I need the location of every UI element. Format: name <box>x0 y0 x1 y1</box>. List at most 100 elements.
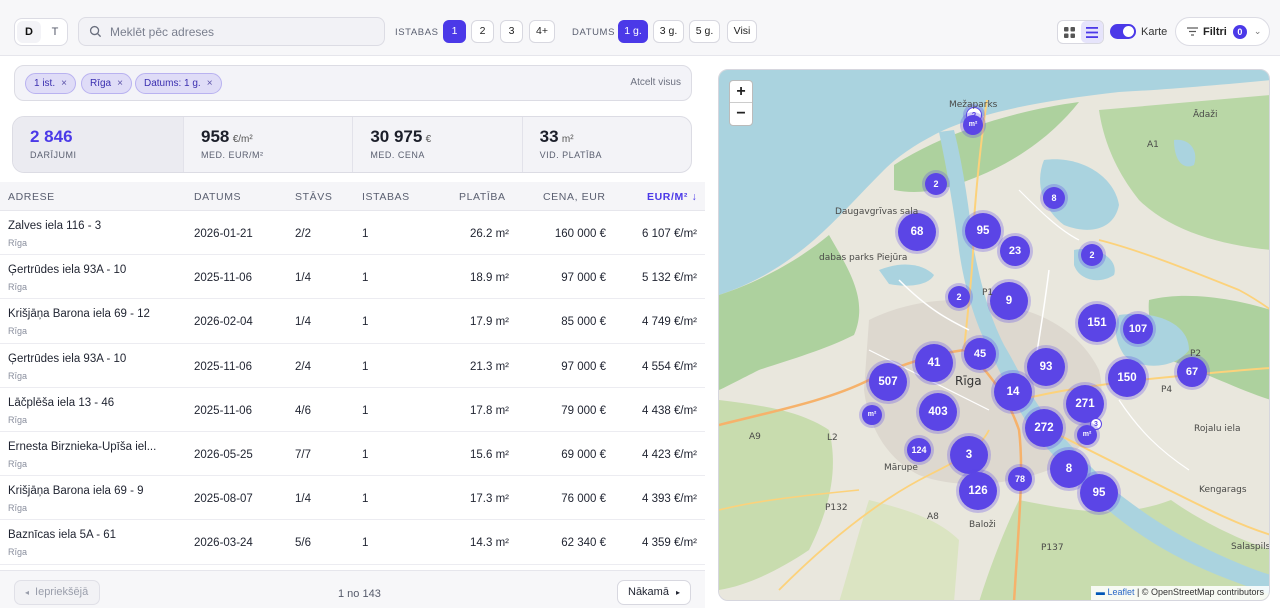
cluster-marker[interactable]: 41 <box>915 344 953 382</box>
filters-button[interactable]: Filtri 0 ⌄ <box>1175 17 1270 46</box>
rooms-4plus-button[interactable]: 4+ <box>529 20 555 43</box>
cluster-marker-m2[interactable]: m² <box>862 405 882 425</box>
row-date: 2025-11-06 <box>194 404 252 417</box>
stat-avg-area: 33 m² VID. PLATĪBA <box>523 117 691 172</box>
row-area: 17.9 m² <box>470 316 509 329</box>
search-input[interactable] <box>110 24 370 39</box>
col-floor[interactable]: STĀVS <box>295 191 332 203</box>
row-rooms: 1 <box>362 360 369 373</box>
table-row[interactable]: Krišjāņa Barona iela 69 - 9 Rīga 2025-08-0… <box>0 476 705 521</box>
next-page-button[interactable]: Nākamā ▸ <box>617 580 691 605</box>
cluster-marker[interactable]: 271 <box>1066 385 1104 423</box>
date-5y-button[interactable]: 5 g. <box>689 20 720 43</box>
cluster-marker[interactable]: 124 <box>907 438 931 462</box>
row-price: 79 000 € <box>561 404 606 417</box>
map-place-label: Rojalu iela <box>1194 424 1241 434</box>
cluster-marker[interactable]: 68 <box>898 213 936 251</box>
table-row[interactable]: Krišjāņa Barona iela 69 - 12 Rīga 2026-02-… <box>0 299 705 344</box>
date-1y-button[interactable]: 1 g. <box>618 20 648 43</box>
cluster-marker[interactable]: 8 <box>1043 187 1065 209</box>
cluster-marker[interactable]: 2 <box>948 286 970 308</box>
map-place-label: P1 <box>982 288 994 298</box>
cluster-marker[interactable]: 95 <box>965 213 1001 249</box>
chip-date[interactable]: Datums: 1 g. × <box>135 73 222 94</box>
cluster-marker[interactable]: 93 <box>1027 348 1065 386</box>
table-row[interactable]: Ģertrūdes iela 93A - 10 Rīga 2025-11-06 1/4… <box>0 255 705 300</box>
filters-count-badge: 0 <box>1232 24 1247 39</box>
table-row[interactable]: Lāčplēša iela 13 - 46 Rīga 2025-11-06 4/6 1 1… <box>0 388 705 432</box>
cluster-marker[interactable]: 9 <box>990 282 1028 320</box>
date-all-button[interactable]: Visi <box>727 20 757 43</box>
cluster-marker[interactable]: 78 <box>1008 467 1032 491</box>
row-area: 17.3 m² <box>470 493 509 506</box>
address-search[interactable] <box>78 17 385 46</box>
map-panel[interactable]: + − 228689523229151107454193507150671427… <box>718 69 1270 601</box>
row-date: 2026-02-04 <box>194 316 253 329</box>
close-icon[interactable]: × <box>117 78 123 89</box>
zoom-out-button[interactable]: − <box>730 103 752 125</box>
cluster-marker-m2[interactable]: m² <box>963 115 983 135</box>
row-address: Krišjāņa Barona iela 69 - 12 <box>8 308 150 321</box>
cluster-marker[interactable]: 107 <box>1123 314 1153 344</box>
row-area: 26.2 m² <box>470 228 509 240</box>
stat-value: 2 846 <box>30 127 73 146</box>
table-row[interactable]: Zalves iela 116 - 3 Rīga 2026-01-21 2/2 1 26.… <box>0 211 705 256</box>
close-icon[interactable]: × <box>61 78 67 89</box>
col-price[interactable]: CENA, EUR <box>543 191 606 203</box>
zoom-in-button[interactable]: + <box>730 81 752 103</box>
cluster-marker[interactable]: 2 <box>925 173 947 195</box>
cluster-marker[interactable]: 507 <box>869 363 907 401</box>
cluster-marker[interactable]: 45 <box>964 338 996 370</box>
row-date: 2025-11-06 <box>194 272 252 285</box>
clear-all-filters-link[interactable]: Atcelt visus <box>630 77 681 88</box>
row-rooms: 1 <box>362 537 369 550</box>
stat-median-price: 30 975 € MED. CENA <box>353 117 523 172</box>
rooms-1-button[interactable]: 1 <box>443 20 466 43</box>
segment-d[interactable]: D <box>17 21 41 43</box>
rooms-3-button[interactable]: 3 <box>500 20 523 43</box>
cluster-marker[interactable]: 67 <box>1177 357 1207 387</box>
cluster-marker[interactable]: 272 <box>1025 409 1063 447</box>
transactions-table: ADRESE DATUMS STĀVS ISTABAS PLATĪBA CENA… <box>0 182 705 565</box>
stat-label: VID. PLATĪBA <box>539 150 603 160</box>
cluster-marker[interactable]: 23 <box>1000 236 1030 266</box>
stat-unit: € <box>425 134 432 145</box>
table-row[interactable]: Baznīcas iela 5A - 61 Rīga 2026-03-24 5/6 1 1… <box>0 520 705 565</box>
grid-view-button[interactable] <box>1058 21 1081 43</box>
cluster-marker[interactable]: 150 <box>1108 359 1146 397</box>
cluster-marker-m2[interactable]: m² <box>1077 425 1097 445</box>
cluster-marker[interactable]: 126 <box>959 472 997 510</box>
table-row[interactable]: Ernesta Birznieka-Upīša iel... Rīga 2026-0… <box>0 432 705 477</box>
row-address: Krišjāņa Barona iela 69 - 9 <box>8 485 144 498</box>
date-3y-button[interactable]: 3 g. <box>653 20 684 43</box>
map-place-label: dabas parks Piejūra <box>819 253 908 263</box>
segment-t[interactable]: T <box>43 26 67 38</box>
list-view-button[interactable] <box>1080 21 1103 43</box>
chip-city[interactable]: Rīga × <box>81 73 132 94</box>
summary-stats: 2 846 DARĪJUMI 958 €/m² MED. EUR/M² 30 9… <box>12 116 692 173</box>
col-date[interactable]: DATUMS <box>194 191 241 203</box>
col-address[interactable]: ADRESE <box>8 191 55 203</box>
col-price-per-m2[interactable]: EUR/M² ↓ <box>647 191 697 203</box>
map-place-label: Ādaži <box>1193 110 1218 120</box>
cluster-marker[interactable]: 95 <box>1080 474 1118 512</box>
stat-deals: 2 846 DARĪJUMI <box>13 117 184 172</box>
cluster-marker[interactable]: 151 <box>1078 304 1116 342</box>
leaflet-link[interactable]: Leaflet <box>1107 587 1134 597</box>
close-icon[interactable]: × <box>207 78 213 89</box>
row-rooms: 1 <box>362 493 369 506</box>
col-rooms[interactable]: ISTABAS <box>362 191 410 203</box>
deal-type-segmented-control: D T <box>14 18 68 46</box>
rooms-2-button[interactable]: 2 <box>471 20 494 43</box>
table-row[interactable]: Ģertrūdes iela 93A - 10 Rīga 2025-11-06 2/4… <box>0 344 705 388</box>
map-toggle-switch[interactable] <box>1110 24 1136 39</box>
cluster-marker[interactable]: 14 <box>994 373 1032 411</box>
cluster-marker[interactable]: 2 <box>1081 244 1103 266</box>
col-area[interactable]: PLATĪBA <box>459 191 506 203</box>
chip-rooms[interactable]: 1 ist. × <box>25 73 76 94</box>
map-place-label: A1 <box>1147 140 1159 150</box>
prev-page-button[interactable]: ◂ Iepriekšējā <box>14 580 100 605</box>
cluster-marker[interactable]: 403 <box>919 393 957 431</box>
cluster-marker[interactable]: 3 <box>950 436 988 474</box>
row-floor: 1/4 <box>295 272 311 285</box>
